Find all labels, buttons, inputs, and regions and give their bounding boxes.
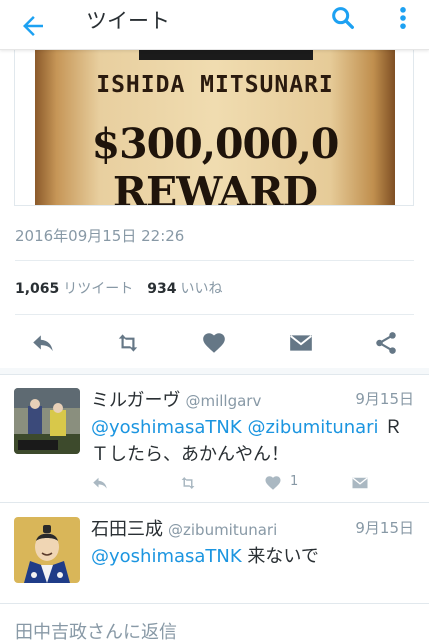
like-heart-icon[interactable]: [264, 474, 282, 492]
wanted-poster: ISHIDA MITSUNARI $300,000,0 REWARD: [35, 28, 395, 206]
display-name[interactable]: 石田三成: [91, 519, 163, 540]
reply-icon[interactable]: [91, 474, 109, 492]
app-bar: ツイート: [0, 0, 429, 50]
avatar[interactable]: [14, 517, 80, 583]
retweet-count[interactable]: 1,065: [15, 281, 59, 297]
direct-message-icon[interactable]: [286, 330, 316, 356]
reply-actions: 1: [91, 474, 391, 492]
mention-link[interactable]: @yoshimasaTNK: [91, 546, 242, 567]
tweet-action-bar: [0, 318, 429, 368]
retweet-icon[interactable]: [113, 330, 143, 356]
reply-body: 来ないで: [241, 546, 319, 567]
display-name[interactable]: ミルガーヴ: [91, 390, 180, 411]
user-handle[interactable]: @zibumitunari: [168, 521, 277, 539]
divider: [15, 314, 414, 315]
like-count[interactable]: 934: [147, 281, 176, 297]
reply-date: 9月15日: [355, 519, 414, 537]
tweet-media-image[interactable]: ISHIDA MITSUNARI $300,000,0 REWARD: [14, 28, 414, 206]
share-icon[interactable]: [371, 330, 401, 356]
reply-input-placeholder[interactable]: 田中吉政さんに返信: [15, 618, 177, 640]
reply-header: 石田三成 @zibumitunari: [91, 515, 277, 541]
reply-tweet[interactable]: 石田三成 @zibumitunari 9月15日 @yoshimasaTNK 来な…: [0, 503, 429, 603]
reply-text: @yoshimasaTNK 来ないで: [91, 543, 416, 570]
direct-message-icon[interactable]: [351, 474, 369, 492]
reply-icon[interactable]: [28, 330, 58, 356]
user-handle[interactable]: @millgarv: [185, 392, 261, 410]
reply-header: ミルガーヴ @millgarv: [91, 386, 261, 412]
retweet-label[interactable]: リツイート: [63, 281, 133, 297]
like-heart-icon[interactable]: [199, 330, 229, 356]
reply-like-count: 1: [290, 474, 299, 489]
retweet-icon[interactable]: [177, 474, 199, 492]
reply-tweet[interactable]: ミルガーヴ @millgarv 9月15日 @yoshimasaTNK @zibu…: [0, 374, 429, 502]
mention-link[interactable]: @zibumitunari: [247, 417, 378, 438]
engagement-counts: 1,065 リツイート 934 いいね: [15, 278, 223, 298]
tweet-timestamp: 2016年09月15日 22:26: [15, 227, 185, 245]
mention-link[interactable]: @yoshimasaTNK: [91, 417, 242, 438]
search-icon[interactable]: [329, 4, 357, 32]
like-label[interactable]: いいね: [181, 281, 223, 297]
avatar[interactable]: [14, 388, 80, 454]
page-title: ツイート: [86, 9, 170, 33]
reply-composer[interactable]: 田中吉政さんに返信: [0, 603, 429, 640]
poster-name: ISHIDA MITSUNARI: [96, 72, 334, 98]
divider: [15, 260, 414, 261]
poster-reward: $300,000,0 REWARD: [91, 120, 340, 206]
reply-text: @yoshimasaTNK @zibumitunari ＲＴしたら、あかんやん！: [91, 414, 416, 468]
back-arrow-icon[interactable]: [18, 11, 48, 41]
overflow-menu-icon[interactable]: [393, 4, 413, 32]
reply-date: 9月15日: [355, 390, 414, 408]
